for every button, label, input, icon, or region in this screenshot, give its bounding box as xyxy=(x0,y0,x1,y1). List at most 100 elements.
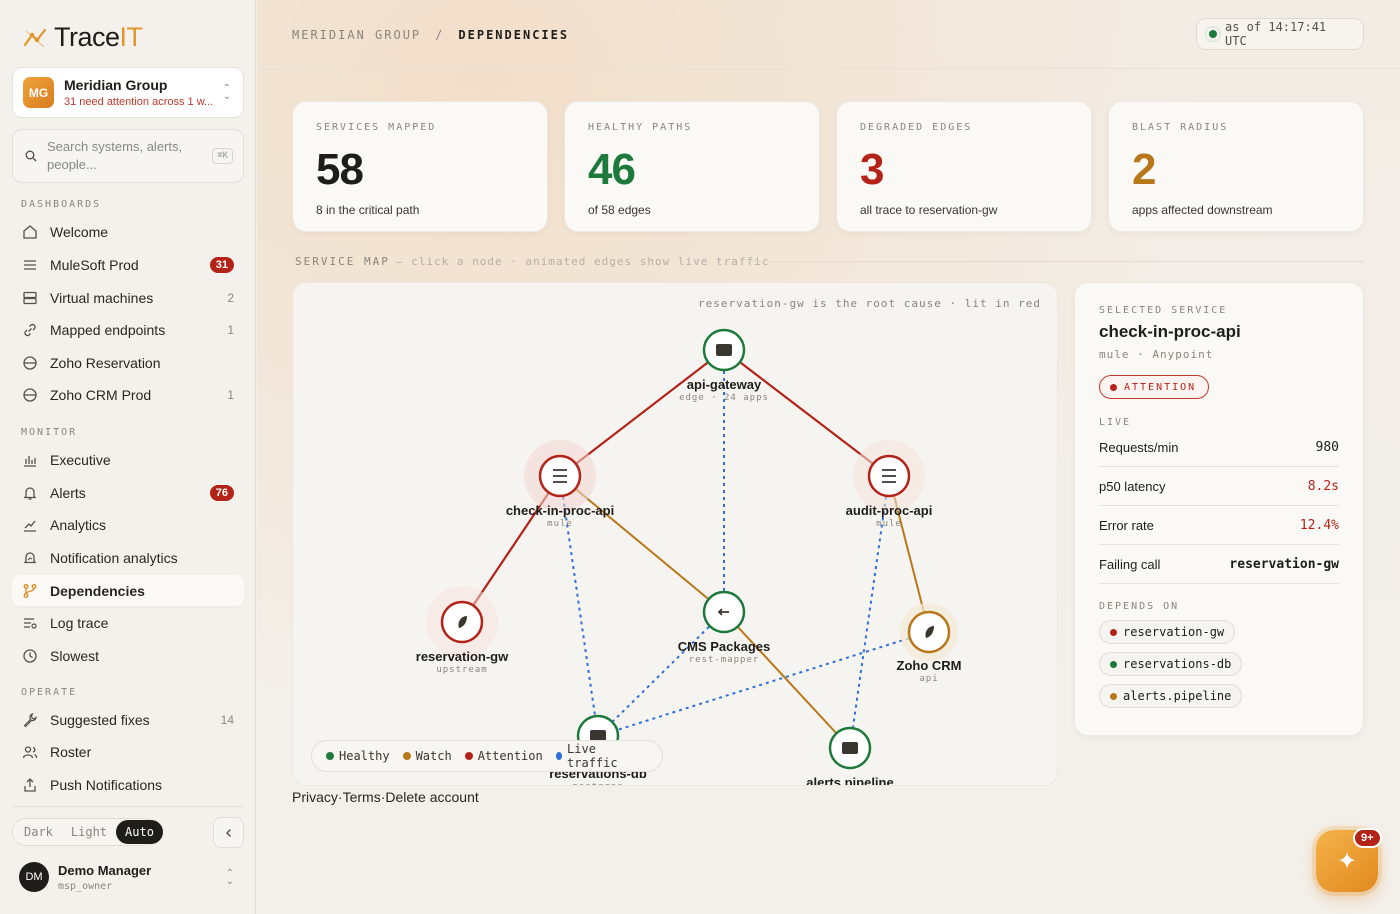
main-content: MERIDIAN GROUP / DEPENDENCIES as of 14:17:… xyxy=(257,0,1400,914)
metric-row-failing-call: Failing call reservation-gw xyxy=(1099,545,1339,584)
dependency-chip[interactable]: reservation-gw xyxy=(1099,620,1236,644)
sidebar-item-label: Executive xyxy=(50,451,111,468)
box-icon xyxy=(716,344,732,356)
org-switcher[interactable]: MG Meridian Group 31 need attention acro… xyxy=(12,67,244,118)
item-count: 2 xyxy=(227,290,234,305)
topbar: MERIDIAN GROUP / DEPENDENCIES as of 14:17:… xyxy=(257,0,1400,69)
dependency-chip[interactable]: reservations-db xyxy=(1099,652,1243,676)
search-input[interactable]: Search systems, alerts, people... xyxy=(47,138,197,174)
chevron-up-down-icon: ⌃ ⌄ xyxy=(225,868,234,887)
metric-value: 12.4% xyxy=(1299,517,1339,533)
sidebar-item-mulesoft-prod[interactable]: MuleSoft Prod 31 xyxy=(12,249,244,280)
stat-label: BLAST RADIUS xyxy=(1132,122,1229,133)
sidebar-item-virtual-machines[interactable]: Virtual machines 2 xyxy=(12,282,244,313)
sidebar-item-notification-analytics[interactable]: Notification analytics xyxy=(12,542,244,573)
sidebar-item-label: Notification analytics xyxy=(50,549,178,566)
theme-option-dark[interactable]: Dark xyxy=(15,820,62,844)
box-icon xyxy=(842,742,858,754)
sidebar-item-log-trace[interactable]: Log trace xyxy=(12,607,244,638)
node-label[interactable]: alerts.pipeline xyxy=(806,775,893,785)
sidebar-item-label: Slowest xyxy=(50,647,100,664)
alert-count-badge: 31 xyxy=(209,256,234,273)
app-logo[interactable]: TraceIT xyxy=(22,22,143,53)
sidebar-item-zoho-reservation[interactable]: Zoho Reservation xyxy=(12,347,244,378)
breadcrumb-separator: / xyxy=(435,28,445,42)
selected-service-name: check-in-proc-api xyxy=(1099,322,1241,341)
circle-minus-icon xyxy=(23,387,37,402)
item-count: 1 xyxy=(227,387,234,402)
live-status-icon xyxy=(1205,26,1221,42)
sidebar-item-slowest[interactable]: Slowest xyxy=(12,640,244,671)
theme-toggle[interactable]: Dark Light Auto xyxy=(12,818,163,846)
legend-watch: Watch xyxy=(402,749,452,763)
delete-account-link[interactable]: Delete account xyxy=(385,789,478,805)
node-label[interactable]: CMS Packages xyxy=(678,639,771,654)
edge-cms-alerts xyxy=(723,611,851,749)
dependency-chip[interactable]: alerts.pipeline xyxy=(1099,684,1243,708)
theme-option-light[interactable]: Light xyxy=(62,820,116,844)
selected-service-platform: mule · Anypoint xyxy=(1099,348,1214,361)
metric-value: reservation-gw xyxy=(1229,556,1339,572)
user-menu[interactable]: DM Demo Manager msp_owner ⌃ ⌄ xyxy=(19,862,244,892)
stat-card-services-mapped: SERVICES MAPPED 58 8 in the critical pat… xyxy=(292,101,548,232)
stat-value: 3 xyxy=(860,145,884,194)
chevron-left-icon xyxy=(225,828,231,837)
section-dashboards: DASHBOARDS xyxy=(21,199,102,210)
node-sublabel: edge · 24 apps xyxy=(679,393,769,403)
node-check-in-proc-api xyxy=(538,454,582,498)
notification-badge: 9+ xyxy=(1353,828,1382,848)
stat-label: DEGRADED EDGES xyxy=(860,122,973,133)
metric-row-requests: Requests/min 980 xyxy=(1099,428,1339,467)
node-label[interactable]: audit-proc-api xyxy=(846,503,933,518)
sidebar-item-label: MuleSoft Prod xyxy=(50,256,139,273)
stat-label: SERVICES MAPPED xyxy=(316,122,437,133)
circle-minus-icon xyxy=(23,355,37,370)
sidebar-item-label: Alerts xyxy=(50,484,86,501)
stat-subtitle: apps affected downstream xyxy=(1132,203,1273,217)
timestamp: as of 14:17:41 UTC xyxy=(1225,20,1327,48)
privacy-link[interactable]: Privacy xyxy=(292,789,338,805)
metric-value: 980 xyxy=(1315,439,1339,455)
search-shortcut: ⌘K xyxy=(212,148,233,164)
node-label[interactable]: check-in-proc-api xyxy=(506,503,614,518)
theme-option-auto[interactable]: Auto xyxy=(116,820,163,844)
node-label[interactable]: reservation-gw xyxy=(416,649,508,664)
search-icon xyxy=(25,150,37,162)
stat-card-blast-radius: BLAST RADIUS 2 apps affected downstream xyxy=(1108,101,1364,232)
sidebar-item-push-notifications[interactable]: Push Notifications xyxy=(12,769,244,800)
bell-chart-icon xyxy=(23,551,37,563)
sidebar-item-label: Analytics xyxy=(50,516,107,533)
selected-service-panel: SELECTED SERVICE check-in-proc-api mule … xyxy=(1074,282,1364,736)
live-section-label: LIVE xyxy=(1099,417,1132,428)
sidebar-item-roster[interactable]: Roster xyxy=(12,736,244,767)
collapse-sidebar-button[interactable] xyxy=(213,817,244,848)
trace-logo-icon xyxy=(23,28,47,47)
sidebar-item-mapped-endpoints[interactable]: Mapped endpoints 1 xyxy=(12,314,244,345)
node-zoho-crm xyxy=(907,610,951,654)
sidebar-item-welcome[interactable]: Welcome xyxy=(12,216,244,247)
breadcrumb-org[interactable]: MERIDIAN GROUP xyxy=(292,28,421,42)
sidebar-item-alerts[interactable]: Alerts 76 xyxy=(12,477,244,508)
dependency-graph xyxy=(426,328,958,770)
section-operate: OPERATE xyxy=(21,687,78,698)
sidebar-item-suggested-fixes[interactable]: Suggested fixes 14 xyxy=(12,704,244,735)
sidebar-item-analytics[interactable]: Analytics xyxy=(12,509,244,540)
legend-healthy: Healthy xyxy=(326,749,390,763)
node-label[interactable]: Zoho CRM xyxy=(897,658,962,673)
terms-link[interactable]: Terms xyxy=(343,789,381,805)
node-sublabel: rest-mapper xyxy=(688,655,760,665)
panel-label: SELECTED SERVICE xyxy=(1099,305,1228,316)
legend-live-traffic: Live traffic xyxy=(555,742,635,770)
sidebar-item-zoho-crm-prod[interactable]: Zoho CRM Prod 1 xyxy=(12,379,244,410)
share-icon xyxy=(24,777,36,792)
sidebar-item-dependencies[interactable]: Dependencies xyxy=(12,575,244,606)
search-box[interactable]: Search systems, alerts, people... ⌘K xyxy=(12,129,244,183)
node-reservation-gw xyxy=(440,600,484,644)
org-name: Meridian Group xyxy=(64,77,168,93)
node-label[interactable]: api-gateway xyxy=(687,377,761,392)
node-api-gateway xyxy=(702,328,746,372)
bell-icon xyxy=(23,486,37,500)
sidebar-item-executive[interactable]: Executive xyxy=(12,444,244,475)
stat-value: 2 xyxy=(1132,145,1156,194)
chevron-up-down-icon: ⌃ ⌄ xyxy=(222,83,231,102)
